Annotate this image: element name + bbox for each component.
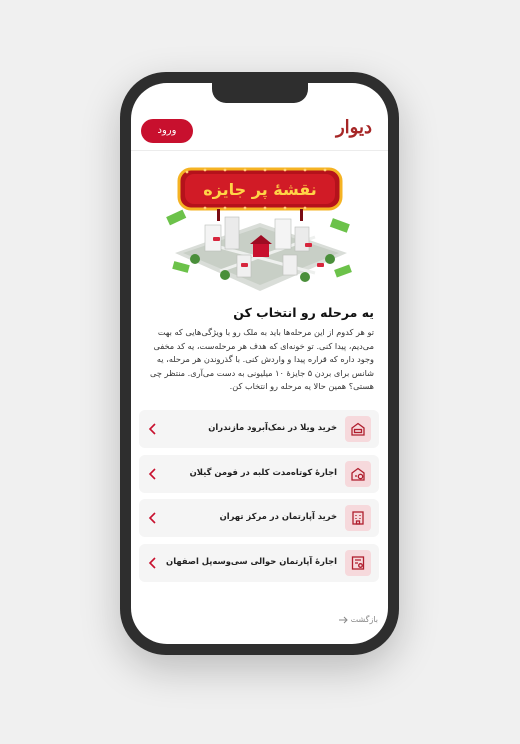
stage-option-apartment-tehran[interactable]: خرید آپارتمان در مرکز تهران <box>139 499 379 537</box>
villa-icon <box>345 416 371 442</box>
divar-logo[interactable]: دیوار <box>336 117 372 138</box>
chevron-left-icon <box>148 556 156 569</box>
stage-options-list: خرید ویلا در نمک‌آبرود مازندران اجارهٔ ک… <box>139 410 379 588</box>
chevron-left-icon <box>148 423 156 435</box>
phone-screen: دیوار ورود نقشهٔ پر جایزه یه مرحله رو ان… <box>131 83 388 644</box>
back-label: بازگشت <box>350 615 378 624</box>
stage-option-label: خرید ویلا در نمک‌آبرود مازندران <box>208 422 337 432</box>
hero-illustration: نقشهٔ پر جایزه <box>166 167 352 291</box>
apartment-icon <box>345 505 371 531</box>
building-rent-icon <box>345 549 371 576</box>
chevron-left-icon <box>148 467 156 480</box>
phone-frame: دیوار ورود نقشهٔ پر جایزه یه مرحله رو ان… <box>120 72 399 655</box>
page-title: یه مرحله رو انتخاب کن <box>233 305 374 320</box>
hero-banner-text: نقشهٔ پر جایزه <box>203 180 317 200</box>
stage-option-label: اجارهٔ آپارتمان حوالی سی‌وسه‌پل اصفهان <box>166 555 337 566</box>
login-button[interactable]: ورود <box>141 119 193 143</box>
stage-option-label: خرید آپارتمان در مرکز تهران <box>219 511 337 521</box>
stage-option-label: اجارهٔ کوتاه‌مدت کلبه در فومن گیلان <box>189 466 337 477</box>
stage-option-villa[interactable]: خرید ویلا در نمک‌آبرود مازندران <box>139 410 379 448</box>
app-header: دیوار ورود <box>131 111 388 151</box>
phone-notch <box>212 83 308 103</box>
chevron-left-icon <box>148 512 156 524</box>
cabin-icon <box>345 460 371 487</box>
back-link[interactable]: بازگشت <box>336 615 378 624</box>
arrow-right-icon <box>339 616 348 623</box>
stage-option-cabin[interactable]: اجارهٔ کوتاه‌مدت کلبه در فومن گیلان <box>139 454 379 493</box>
page-description: تو هر کدوم از این مرحله‌ها باید به ملک ر… <box>150 327 374 391</box>
stage-option-apartment-isfahan[interactable]: اجارهٔ آپارتمان حوالی سی‌وسه‌پل اصفهان <box>139 543 379 582</box>
